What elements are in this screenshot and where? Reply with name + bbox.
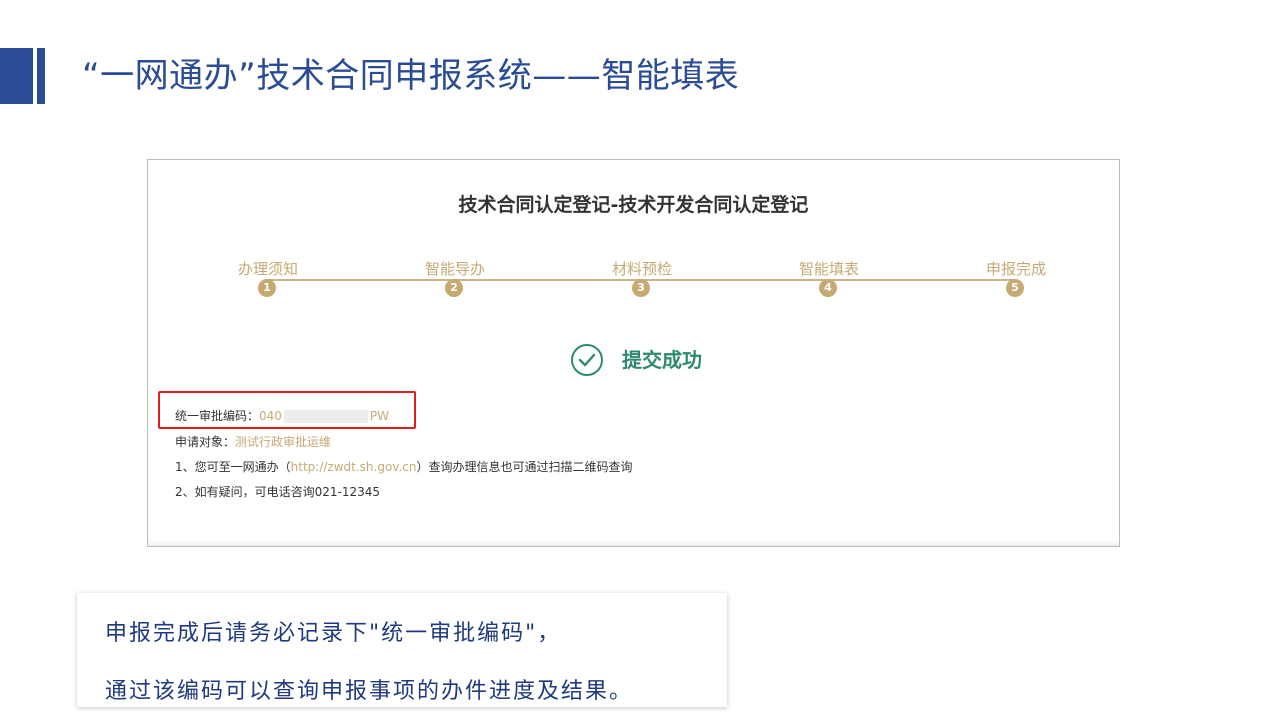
approval-code-row: 统一审批编码：040 PW — [175, 407, 389, 424]
step-label: 材料预检 — [611, 260, 672, 278]
step-number: 1 — [258, 279, 276, 297]
applicant-label: 申请对象： — [175, 435, 236, 449]
code-mask — [283, 410, 368, 423]
form-screenshot: 技术合同认定登记-技术开发合同认定登记 办理须知 1 智能导办 2 材料预检 3… — [147, 159, 1120, 547]
approval-code-prefix: 040 — [259, 409, 282, 423]
screenshot-bottom-edge — [148, 540, 1119, 546]
slide-title: “一网通办”技术合同申报系统——智能填表 — [82, 56, 740, 96]
applicant-value: 测试行政审批运维 — [235, 435, 332, 449]
note-2: 2、如有疑问，可电话咨询021-12345 — [175, 485, 381, 499]
step-number: 3 — [632, 279, 650, 297]
callout-line-2: 通过该编码可以查询申报事项的办件进度及结果。 — [105, 679, 634, 704]
check-circle-icon — [571, 344, 603, 376]
step-label: 申报完成 — [985, 260, 1046, 278]
title-accent-stripe — [37, 48, 45, 104]
success-message: 提交成功 — [622, 348, 702, 372]
portal-link[interactable]: http://zwdt.sh.gov.cn — [291, 460, 417, 474]
step-number: 5 — [1006, 279, 1024, 297]
step-label: 办理须知 — [237, 260, 298, 278]
callout-box: 申报完成后请务必记录下"统一审批编码"， 通过该编码可以查询申报事项的办件进度及… — [77, 593, 727, 707]
step-number: 4 — [819, 279, 837, 297]
title-accent-bar — [0, 48, 33, 104]
callout-line-1: 申报完成后请务必记录下"统一审批编码"， — [105, 621, 562, 646]
note-1-prefix: 1、您可至一网通办（ — [175, 460, 291, 474]
applicant-row: 申请对象：测试行政审批运维 — [175, 433, 331, 450]
form-title: 技术合同认定登记-技术开发合同认定登记 — [458, 194, 809, 216]
step-number: 2 — [445, 279, 463, 297]
step-label: 智能填表 — [798, 260, 859, 278]
note-1-suffix: ）查询办理信息也可通过扫描二维码查询 — [416, 460, 633, 474]
note-1: 1、您可至一网通办（http://zwdt.sh.gov.cn）查询办理信息也可… — [175, 458, 633, 475]
approval-code-suffix: PW — [369, 409, 390, 423]
approval-code-label: 统一审批编码： — [175, 409, 260, 423]
step-label: 智能导办 — [424, 260, 485, 278]
